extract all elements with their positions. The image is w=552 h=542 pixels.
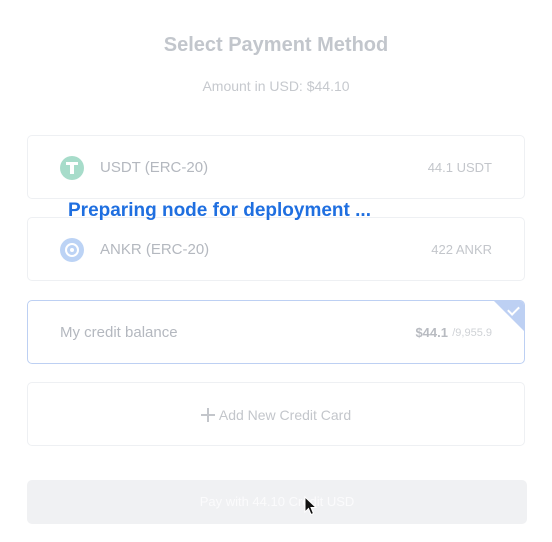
deployment-status-overlay: Preparing node for deployment ... xyxy=(68,200,371,221)
payment-option-label: My credit balance xyxy=(60,324,178,341)
payment-option-ankr[interactable]: ANKR (ERC-20) 422 ANKR xyxy=(27,217,525,281)
credit-balance-total: /9,955.9 xyxy=(452,327,492,339)
payment-option-label: ANKR (ERC-20) xyxy=(100,241,210,258)
usdt-icon xyxy=(60,156,84,180)
ankr-icon xyxy=(60,238,84,262)
payment-option-amount: 44.1 USDT xyxy=(427,160,492,175)
pay-button[interactable]: Pay with 44.10 Credit USD xyxy=(27,480,527,524)
page-title: Select Payment Method xyxy=(163,34,389,56)
payment-option-usdt[interactable]: USDT (ERC-20) 44.1 USDT xyxy=(27,135,525,199)
add-credit-card-option[interactable]: Add New Credit Card xyxy=(27,382,525,446)
add-credit-card-label: Add New Credit Card xyxy=(218,407,352,423)
add-credit-card-row: Add New Credit Card xyxy=(28,407,524,423)
payment-option-credit-balance[interactable]: My credit balance $44.1 /9,955.9 xyxy=(27,300,525,364)
credit-balance-amount: $44.1 xyxy=(415,325,448,340)
payment-option-amount: 422 ANKR xyxy=(431,242,492,257)
plus-icon xyxy=(200,408,215,422)
amount-subtitle: Amount in USD: $44.10 xyxy=(202,78,350,94)
selected-corner-badge xyxy=(493,301,524,332)
mouse-cursor-icon xyxy=(304,496,318,516)
payment-option-label: USDT (ERC-20) xyxy=(100,159,209,176)
